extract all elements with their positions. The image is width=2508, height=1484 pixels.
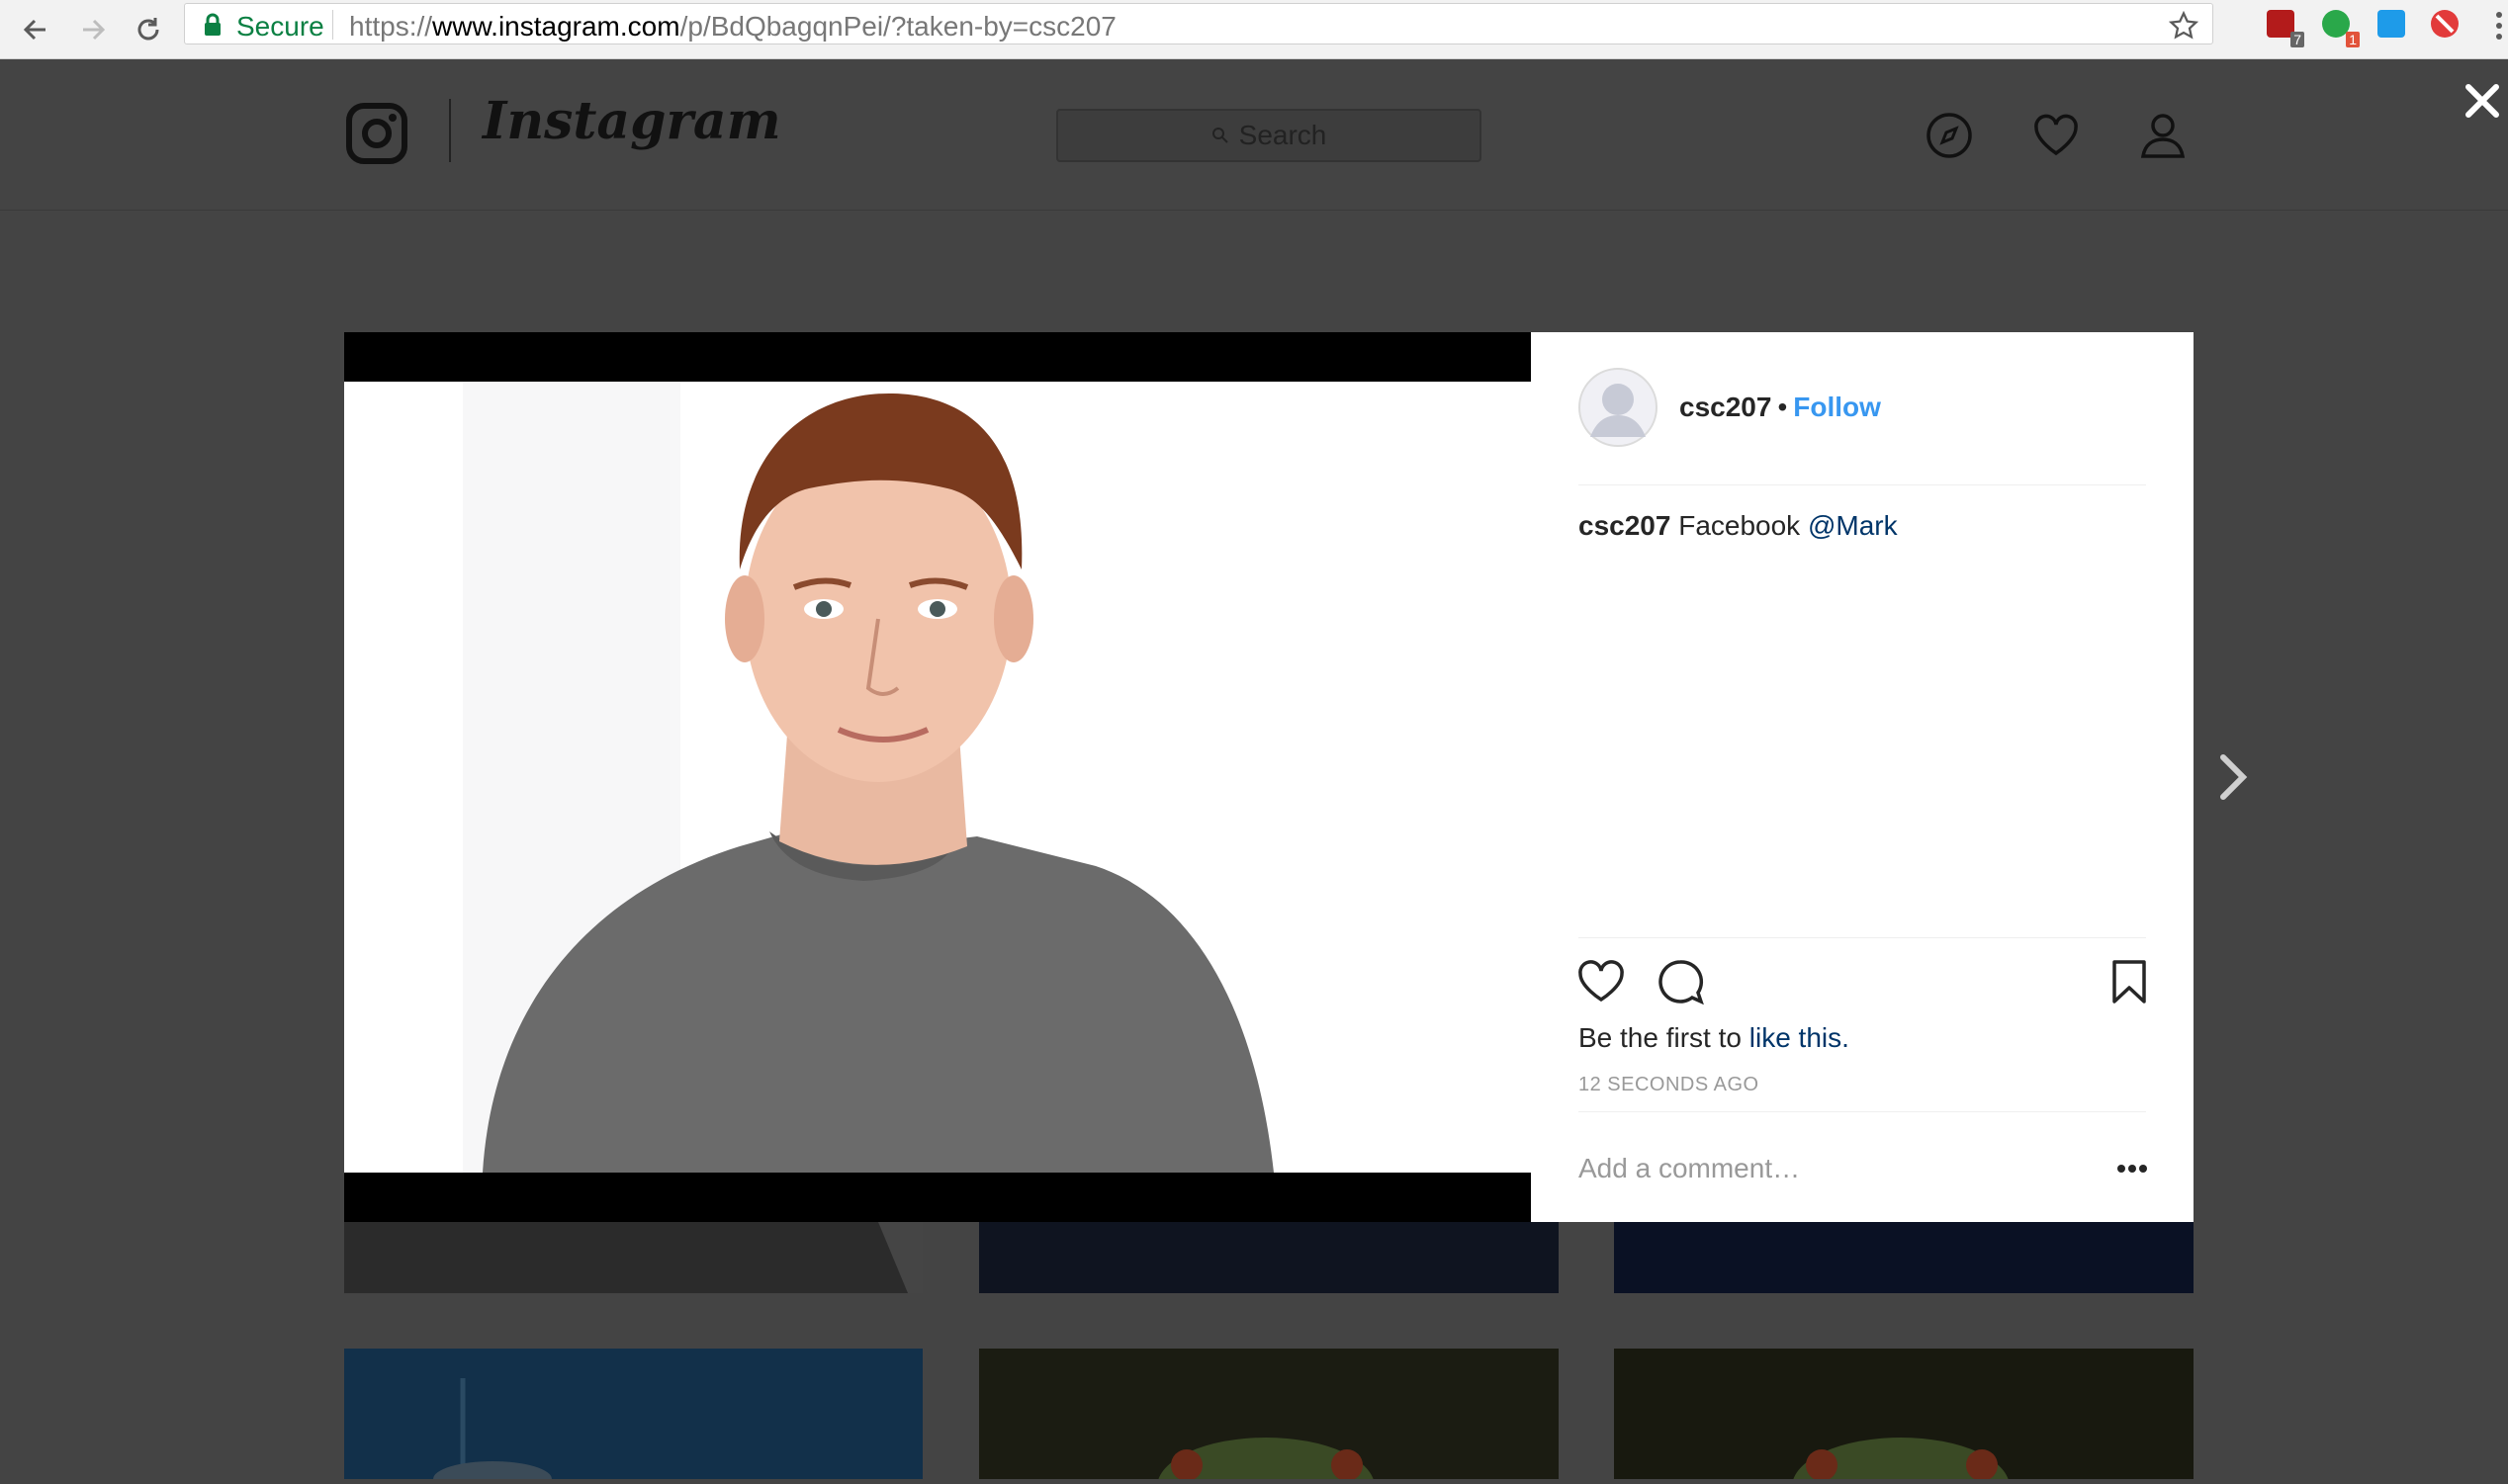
url-path: /p/BdQbagqnPei/?taken-by=csc207	[679, 11, 1117, 42]
profile-user-icon[interactable]	[2138, 111, 2188, 160]
likes-summary: Be the first to like this.	[1578, 1022, 1849, 1054]
bookmark-star-icon[interactable]	[2169, 11, 2198, 41]
separator-dot: •	[1777, 392, 1788, 422]
more-options-button[interactable]	[2116, 1163, 2148, 1175]
ellipsis-icon	[2117, 1165, 2147, 1173]
heart-icon	[1578, 960, 1624, 1003]
post-media[interactable]	[344, 332, 1531, 1222]
window-extension[interactable]	[2375, 8, 2411, 44]
explore-compass-icon[interactable]	[1925, 111, 1974, 160]
instagram-wordmark[interactable]: Instagram	[483, 91, 781, 151]
comment-divider	[1578, 1111, 2146, 1112]
url-host: www.instagram.com	[432, 11, 680, 42]
url-text[interactable]: https://www.instagram.com/p/BdQbagqnPei/…	[349, 11, 1117, 43]
comment-input[interactable]: Add a comment…	[1578, 1153, 1800, 1184]
evernote-extension[interactable]: 1	[2320, 8, 2360, 47]
caption-username[interactable]: csc207	[1578, 510, 1670, 541]
search-icon	[1211, 128, 1228, 143]
grid-thumbnail	[344, 1222, 923, 1293]
grid-tile[interactable]	[979, 1222, 1559, 1293]
heart-activity-icon[interactable]	[2031, 111, 2081, 160]
omnibox-divider	[332, 10, 333, 40]
grid-tile[interactable]	[979, 1349, 1559, 1484]
avatar[interactable]	[1578, 368, 1657, 447]
grid-tile[interactable]	[344, 1349, 923, 1484]
caption-text: Facebook	[1678, 510, 1801, 541]
likes-prefix: Be the first to	[1578, 1022, 1742, 1053]
caption-mention-link[interactable]: @Mark	[1808, 510, 1898, 541]
grid-tile[interactable]	[1614, 1222, 2194, 1293]
next-post-button[interactable]	[2213, 747, 2253, 807]
like-this-link[interactable]: like this.	[1749, 1022, 1849, 1053]
extension-badge: 1	[2346, 32, 2360, 47]
like-button[interactable]	[1576, 957, 1626, 1006]
owner-username[interactable]: csc207	[1679, 392, 1771, 422]
arrow-right-icon	[83, 19, 106, 41]
post-owner-line: csc207 • Follow	[1679, 392, 1881, 423]
chevron-right-icon	[2220, 754, 2248, 800]
ublock-extension[interactable]: 7	[2265, 8, 2304, 47]
follow-button[interactable]: Follow	[1793, 392, 1881, 422]
search-placeholder: Search	[1238, 120, 1327, 150]
post-photo	[344, 382, 1531, 1173]
instagram-logo-icon[interactable]	[346, 103, 407, 164]
post-details-panel: csc207 • Follow csc207 Facebook @Mark Be t…	[1531, 332, 2194, 1222]
reload-icon	[137, 18, 159, 41]
extension-badge: 7	[2290, 32, 2304, 47]
reload-button[interactable]	[129, 10, 168, 49]
post-timestamp[interactable]: 12 SECONDS AGO	[1578, 1074, 1759, 1096]
blocker-extension[interactable]	[2429, 8, 2464, 44]
comment-bubble-icon	[1658, 960, 1704, 1005]
close-modal-button[interactable]	[2461, 79, 2504, 123]
grid-tile[interactable]	[1614, 1349, 2194, 1484]
logo-divider	[449, 99, 451, 162]
grid-thumbnail	[1614, 1349, 2194, 1484]
header-divider	[1578, 484, 2146, 485]
lock-icon	[205, 13, 221, 36]
arrow-left-icon	[23, 19, 45, 41]
grid-thumbnail	[979, 1349, 1559, 1484]
actions-divider	[1578, 937, 2146, 938]
url-scheme: https://	[349, 11, 433, 42]
bookmark-icon	[2112, 960, 2146, 1004]
grid-tile[interactable]	[344, 1222, 923, 1293]
save-button[interactable]	[2105, 957, 2154, 1006]
blocker-extension-icon	[2431, 10, 2459, 38]
comment-button[interactable]	[1656, 957, 1705, 1006]
close-icon	[2465, 84, 2499, 118]
address-bar[interactable]: Secure https://www.instagram.com/p/BdQba…	[184, 3, 2213, 44]
browser-toolbar: Secure https://www.instagram.com/p/BdQba…	[0, 0, 2508, 59]
secure-label: Secure	[236, 11, 324, 42]
grid-thumbnail	[344, 1349, 923, 1484]
browser-menu-icon[interactable]	[2492, 8, 2506, 44]
search-input[interactable]: Search	[1056, 109, 1481, 162]
post-caption: csc207 Facebook @Mark	[1578, 510, 1898, 542]
window-extension-icon	[2377, 10, 2405, 38]
forward-button[interactable]	[73, 10, 113, 49]
back-button[interactable]	[16, 10, 55, 49]
instagram-header: Instagram Search	[0, 59, 2508, 211]
